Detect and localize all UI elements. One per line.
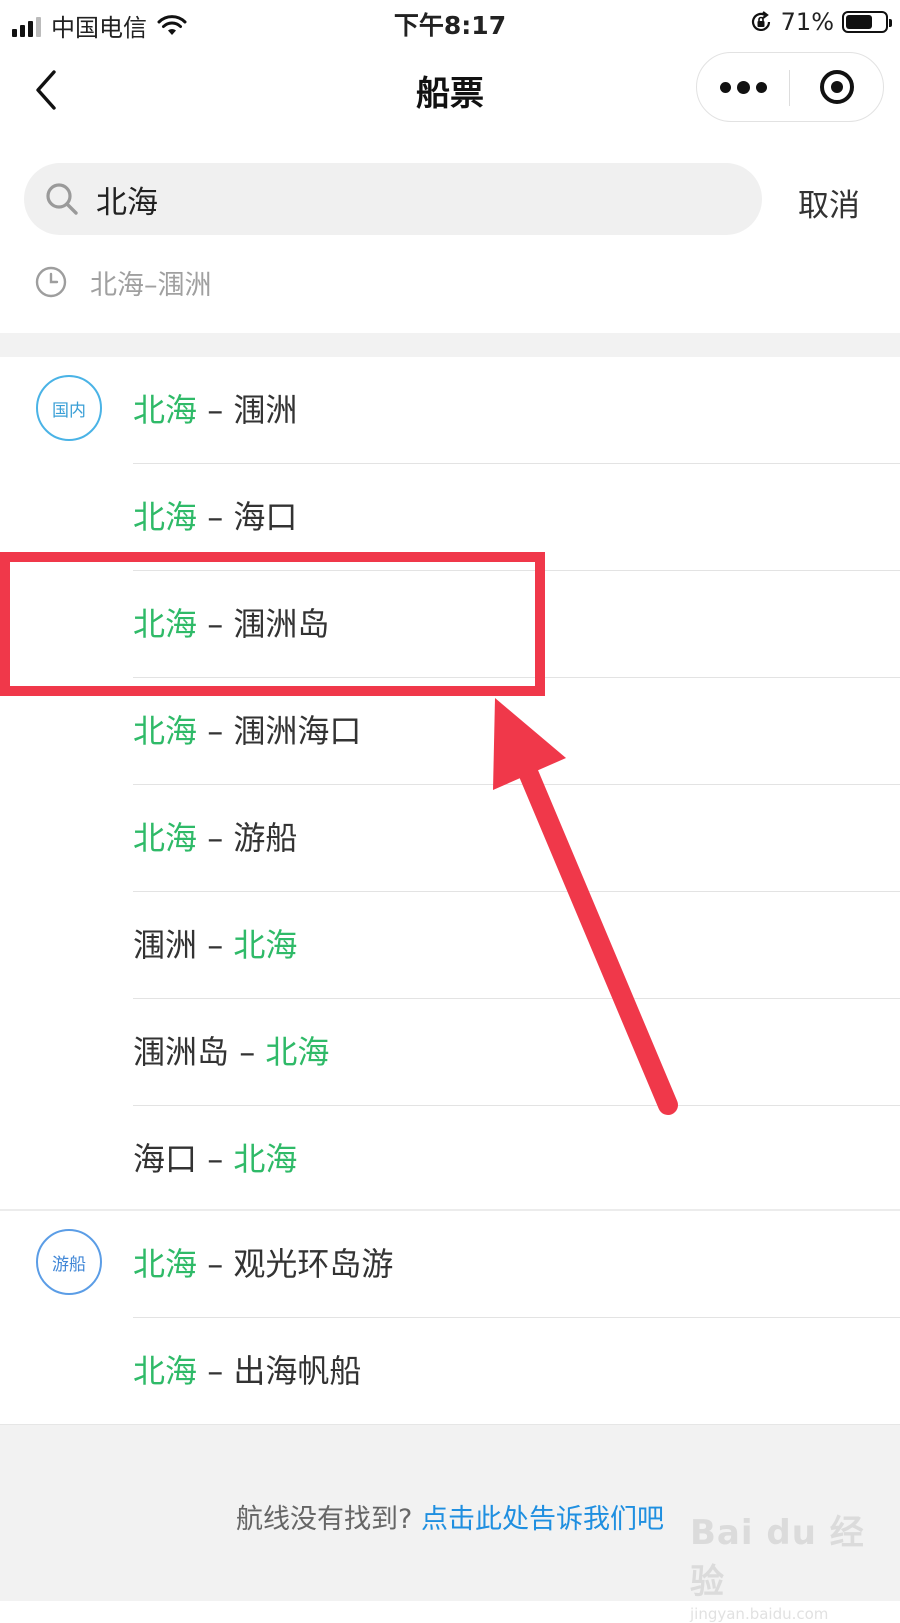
route-row[interactable]: 涠洲 – 北海 bbox=[0, 892, 900, 999]
route-row[interactable]: 北海 – 游船 bbox=[0, 785, 900, 892]
watermark-main: Bai du 经验 bbox=[690, 1513, 865, 1602]
clock-icon bbox=[35, 266, 67, 298]
battery-fill bbox=[846, 15, 872, 29]
footer-prompt: 航线没有找到? bbox=[236, 1504, 413, 1535]
route-row[interactable]: 涠洲岛 – 北海 bbox=[0, 999, 900, 1106]
annotation-highlight-box bbox=[0, 552, 545, 696]
history-item[interactable]: 北海–涠洲 bbox=[34, 262, 212, 302]
route-label: 北海 – 出海帆船 bbox=[133, 1352, 362, 1390]
cancel-button[interactable]: 取消 bbox=[798, 180, 860, 225]
battery-icon bbox=[842, 11, 892, 33]
nav-bar: 船票 bbox=[0, 44, 900, 134]
mini-program-capsule bbox=[696, 52, 884, 122]
history-item-label: 北海–涠洲 bbox=[90, 269, 212, 301]
route-row[interactable]: 北海 – 观光环岛游 bbox=[0, 1211, 900, 1318]
route-label: 涠洲 – 北海 bbox=[133, 926, 298, 964]
route-label: 海口 – 北海 bbox=[133, 1140, 298, 1178]
route-row[interactable]: 北海 – 出海帆船 bbox=[0, 1318, 900, 1425]
target-close-icon[interactable] bbox=[790, 53, 884, 121]
route-label: 涠洲岛 – 北海 bbox=[133, 1033, 330, 1071]
status-right: 71% bbox=[749, 8, 892, 36]
search-input[interactable]: 北海 bbox=[24, 163, 762, 235]
route-group-domestic: 国内 北海 – 涠洲 北海 – 海口 北海 – 涠洲岛 北海 – 涠洲海口 北海… bbox=[0, 357, 900, 1213]
battery-percent: 71% bbox=[780, 8, 834, 36]
watermark-logo: Bai du 经验 jingyan.baidu.com bbox=[690, 1505, 880, 1623]
route-row[interactable]: 海口 – 北海 bbox=[0, 1106, 900, 1213]
route-group-cruise: 游船 北海 – 观光环岛游 北海 – 出海帆船 bbox=[0, 1211, 900, 1425]
route-label: 北海 – 观光环岛游 bbox=[133, 1245, 394, 1283]
watermark-sub: jingyan.baidu.com bbox=[690, 1605, 829, 1623]
status-bar: 中国电信 下午8:17 71% bbox=[0, 0, 900, 44]
more-dots-icon[interactable] bbox=[697, 53, 790, 121]
search-value: 北海 bbox=[96, 185, 158, 221]
route-label: 北海 – 涠洲 bbox=[133, 391, 298, 429]
section-gap bbox=[0, 333, 900, 357]
route-row[interactable]: 北海 – 涠洲 bbox=[0, 357, 900, 464]
search-icon bbox=[46, 183, 78, 215]
route-label: 北海 – 游船 bbox=[133, 819, 298, 857]
rotation-lock-icon bbox=[751, 11, 770, 31]
feedback-link[interactable]: 点击此处告诉我们吧 bbox=[421, 1504, 664, 1535]
